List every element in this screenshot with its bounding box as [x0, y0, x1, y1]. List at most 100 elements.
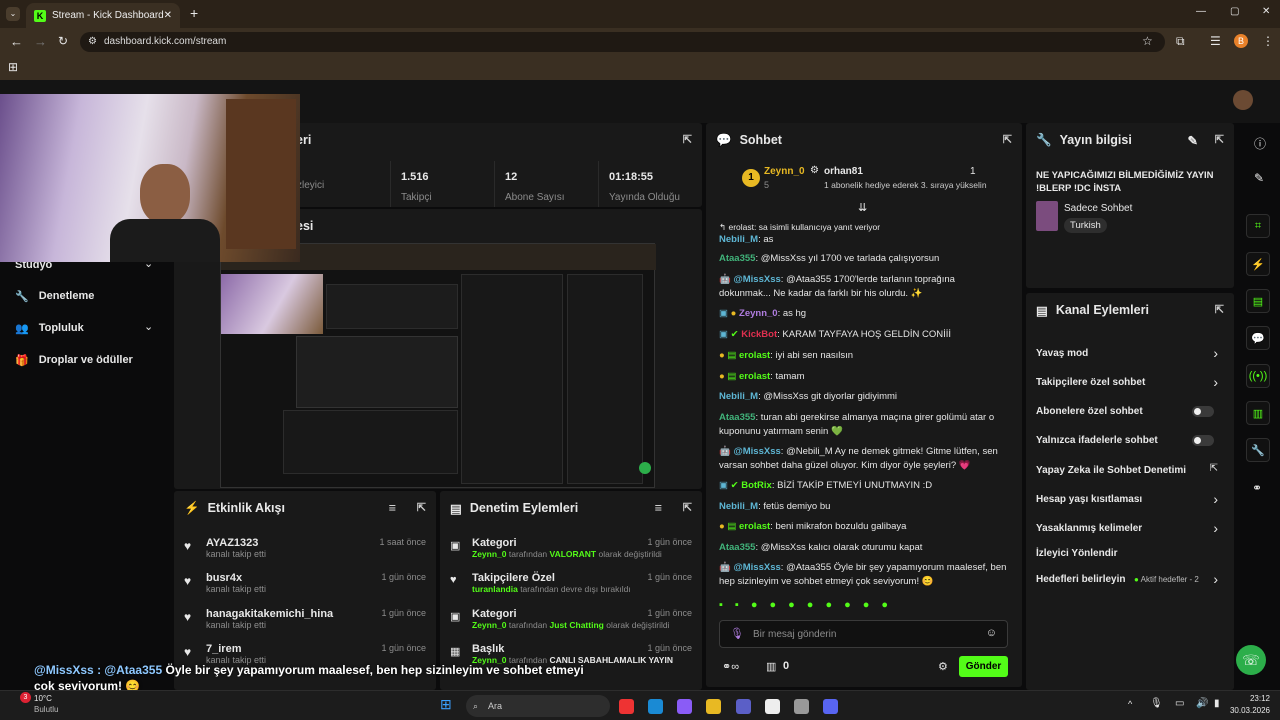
action-ai-moderation[interactable]: Yapay Zeka ile Sohbet Denetimi	[1036, 465, 1216, 476]
site-info-icon[interactable]: ⚙	[88, 32, 97, 52]
tray-chevron-icon[interactable]: ^	[1128, 699, 1132, 709]
edit-icon[interactable]: ✎	[1188, 133, 1198, 148]
sidebar-bolt-icon[interactable]: ⚡	[1246, 252, 1270, 276]
url-input[interactable]: ⚙ dashboard.kick.com/stream	[80, 32, 1165, 52]
teams-icon[interactable]	[736, 699, 751, 714]
tray-network-icon[interactable]: ▭	[1175, 698, 1184, 709]
action-slow-mode[interactable]: Yavaş mod	[1036, 348, 1216, 359]
user-avatar[interactable]	[1233, 90, 1253, 110]
chat-username[interactable]: Ataa355	[719, 412, 755, 423]
chat-username[interactable]: Ataa355	[719, 542, 755, 553]
chat-username[interactable]: BotRix	[741, 480, 772, 491]
chat-username[interactable]: Nebili_M	[719, 391, 758, 402]
action-host[interactable]: İzleyici Yönlendir	[1036, 548, 1216, 559]
nav-item-community[interactable]: 👥 Topluluk	[15, 322, 84, 335]
pin-icon[interactable]: ⇊	[858, 201, 867, 214]
maximize-icon[interactable]: ▢	[1230, 6, 1239, 17]
obs-icon[interactable]	[794, 699, 809, 714]
popout-icon[interactable]: ⇱	[1003, 133, 1012, 146]
activity-user[interactable]: busr4x	[206, 572, 266, 584]
emote-icon[interactable]: ▪	[735, 599, 739, 615]
forward-icon[interactable]: →	[34, 34, 47, 49]
minimize-icon[interactable]: —	[1196, 6, 1206, 17]
new-tab-icon[interactable]: +	[190, 5, 198, 21]
action-goals[interactable]: Hedefleri belirleyin	[1036, 574, 1136, 585]
activity-user[interactable]: hanagakitakemichi_hina	[206, 608, 333, 620]
popout-icon[interactable]: ⇱	[1215, 133, 1224, 146]
store-icon[interactable]: ▥	[766, 660, 776, 673]
action-account-age[interactable]: Hesap yaşı kısıtlaması	[1036, 494, 1216, 505]
support-icon[interactable]: ☏	[1236, 645, 1266, 675]
activity-user[interactable]: 7_irem	[206, 643, 266, 655]
category-name[interactable]: Sadece Sohbet	[1064, 203, 1132, 214]
chevron-right-icon[interactable]: ›	[1213, 520, 1218, 536]
edge-icon[interactable]	[648, 699, 663, 714]
reading-list-icon[interactable]: ☰	[1210, 34, 1221, 48]
external-link-icon[interactable]: ⇱	[1210, 463, 1218, 474]
chat-username[interactable]: Nebili_M	[719, 234, 758, 245]
activity-user[interactable]: AYAZ1323	[206, 537, 266, 549]
sidebar-scan-icon[interactable]: ⌗	[1246, 214, 1270, 238]
chat-username[interactable]: @MissXss	[733, 562, 780, 573]
tray-battery-icon[interactable]: ▮	[1214, 698, 1220, 709]
windows-start-icon[interactable]: ⊞	[440, 696, 452, 713]
filter-icon[interactable]: ≡	[655, 501, 662, 515]
emote-icon[interactable]: ▪	[719, 599, 723, 615]
kick-points-icon[interactable]: ⚭∞	[722, 660, 739, 673]
close-window-icon[interactable]: ✕	[1262, 6, 1270, 17]
emote-icon[interactable]: ●	[769, 599, 776, 615]
send-button[interactable]: Gönder	[959, 656, 1008, 677]
category-thumbnail[interactable]	[1036, 201, 1058, 231]
explorer-icon[interactable]	[706, 699, 721, 714]
menu-icon[interactable]: ⋮	[1262, 34, 1274, 48]
sidebar-broadcast-icon[interactable]: ((•))	[1246, 364, 1270, 388]
chat-username[interactable]: erolast	[739, 521, 770, 532]
chat-username[interactable]: Nebili_M	[719, 501, 758, 512]
copilot-icon[interactable]	[677, 699, 692, 714]
tiktok-icon[interactable]	[765, 699, 780, 714]
chevron-right-icon[interactable]: ›	[1213, 345, 1218, 361]
popout-icon[interactable]: ⇱	[683, 501, 692, 514]
browser-tab[interactable]: K Stream - Kick Dashboard ✕	[26, 3, 180, 28]
settings-icon[interactable]: ⚙	[938, 660, 948, 673]
tray-mic-icon[interactable]: 🎙	[1150, 698, 1163, 709]
chevron-right-icon[interactable]: ›	[1213, 491, 1218, 507]
leader-name[interactable]: Zeynn_0	[764, 166, 805, 177]
emote-icon[interactable]: ●	[881, 599, 888, 615]
nav-item-moderation[interactable]: 🔧 Denetleme	[15, 290, 94, 303]
nav-item-drops[interactable]: 🎁 Droplar ve ödüller	[15, 354, 133, 367]
chrome-icon[interactable]	[619, 699, 634, 714]
emote-icon[interactable]: ●	[825, 599, 832, 615]
sidebar-community-icon[interactable]: ⚭	[1252, 481, 1262, 495]
action-emotes-only[interactable]: Yalnızca ifadelerle sohbet	[1036, 435, 1216, 446]
extensions-icon[interactable]: ⧉	[1176, 34, 1185, 49]
action-followers-only[interactable]: Takipçilere özel sohbet	[1036, 377, 1216, 388]
sidebar-list-icon[interactable]: ▤	[1246, 289, 1270, 313]
chat-username[interactable]: KickBot	[741, 329, 777, 340]
mod-user[interactable]: turanlandia	[472, 584, 518, 594]
gifter-name[interactable]: orhan81	[824, 166, 863, 177]
back-icon[interactable]: ←	[10, 34, 23, 49]
apps-grid-icon[interactable]: ⊞	[8, 60, 18, 74]
action-banned-words[interactable]: Yasaklanmış kelimeler	[1036, 523, 1216, 534]
chat-input[interactable]: 🎙 Bir mesaj gönderin ☺	[719, 620, 1008, 648]
bookmark-star-icon[interactable]: ☆	[1142, 34, 1153, 48]
discord-icon[interactable]	[823, 699, 838, 714]
chevron-right-icon[interactable]: ›	[1213, 571, 1218, 587]
chat-username[interactable]: @MissXss	[733, 446, 780, 457]
subscribers-only-toggle[interactable]	[1192, 406, 1214, 417]
taskbar-search[interactable]: ⌕ Ara	[466, 695, 610, 717]
chat-username[interactable]: Zeynn_0	[739, 308, 778, 319]
emote-icon[interactable]: ●	[863, 599, 870, 615]
filter-icon[interactable]: ≡	[389, 501, 396, 515]
chat-username[interactable]: erolast	[739, 350, 770, 361]
emote-icon[interactable]: ●	[844, 599, 851, 615]
chat-username[interactable]: erolast	[739, 371, 770, 382]
popout-icon[interactable]: ⇱	[417, 501, 426, 514]
chat-username[interactable]: @MissXss	[733, 274, 780, 285]
close-tab-icon[interactable]: ✕	[164, 10, 172, 21]
tray-volume-icon[interactable]: 🔊	[1196, 698, 1208, 709]
action-subscribers-only[interactable]: Abonelere özel sohbet	[1036, 406, 1216, 417]
sidebar-wrench-icon[interactable]: 🔧	[1246, 438, 1270, 462]
clock-time[interactable]: 23:12	[1226, 694, 1270, 703]
